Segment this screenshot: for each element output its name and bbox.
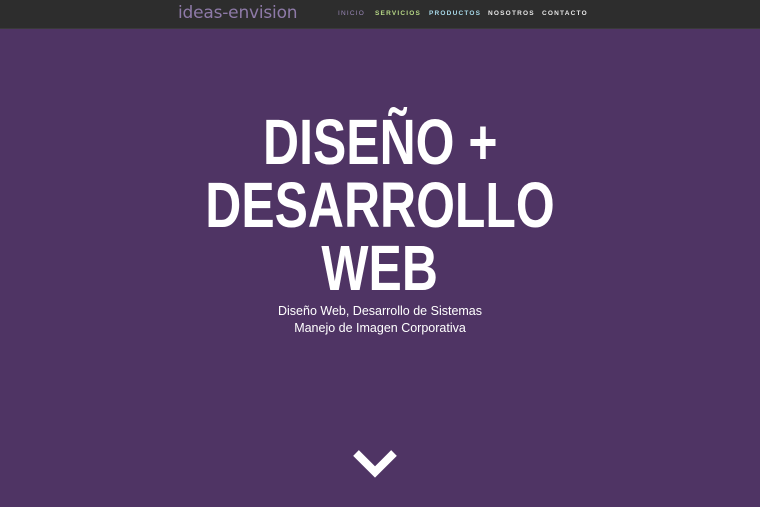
site-logo[interactable]: ideas-envision (178, 3, 298, 23)
nav-item-productos[interactable]: PRODUCTOS (429, 10, 481, 17)
nav-item-contacto[interactable]: CONTACTO (542, 10, 588, 17)
nav-item-servicios[interactable]: SERVICIOS (375, 10, 421, 17)
nav-item-inicio[interactable]: INICIO (338, 10, 365, 17)
hero-headline-line-1: DISEÑO + (262, 106, 498, 178)
hero-subtitle-line-2: Manejo de Imagen Corporativa (294, 321, 466, 335)
nav-item-nosotros[interactable]: NOSOTROS (488, 10, 535, 17)
hero-subtitle-line-1: Diseño Web, Desarrollo de Sistemas (277, 304, 483, 318)
hero-headline-line-3: WEB (321, 232, 439, 304)
hero-headline-line-2: DESARROLLO (205, 169, 555, 241)
top-navbar: ideas-envision INICIO SERVICIOS PRODUCTO… (0, 0, 760, 29)
chevron-down-icon[interactable] (352, 447, 398, 479)
